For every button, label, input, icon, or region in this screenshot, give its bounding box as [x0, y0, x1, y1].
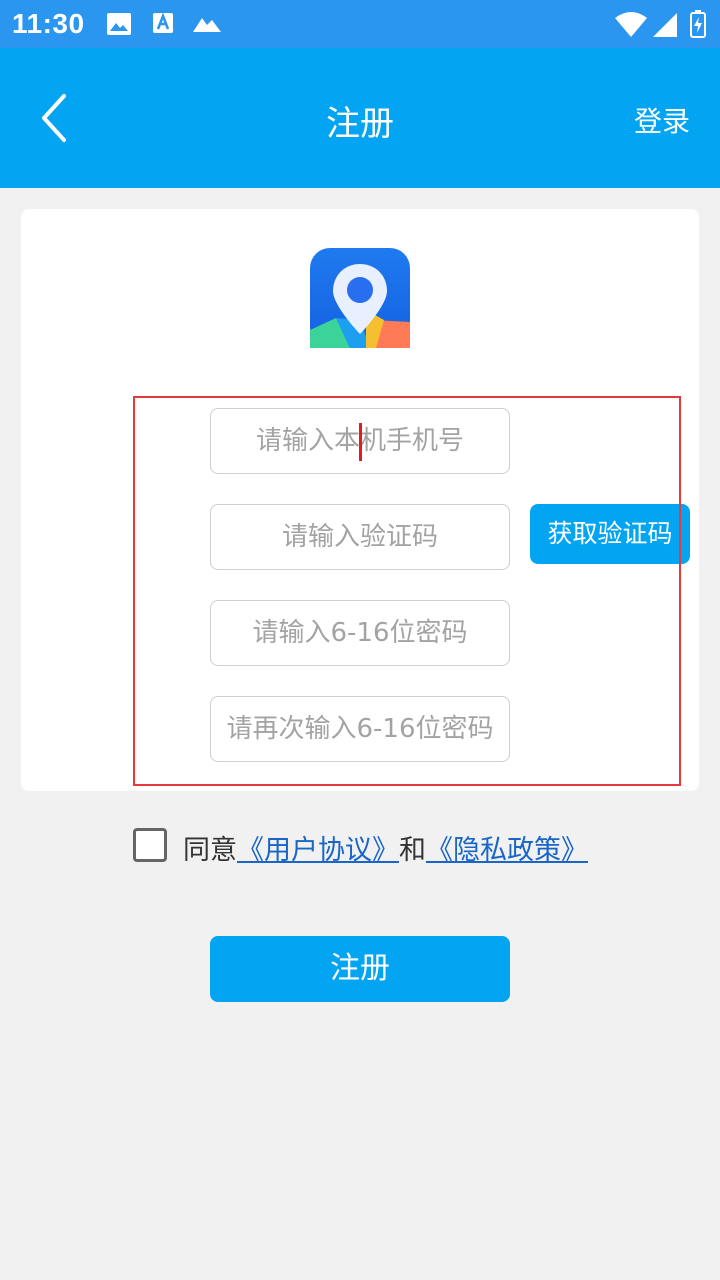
user-agreement-link[interactable]: 《用户协议》	[237, 835, 399, 866]
signal-icon	[653, 13, 677, 37]
register-button[interactable]: 注册	[210, 936, 510, 1002]
agree-checkbox[interactable]	[133, 828, 167, 862]
page-title: 注册	[326, 104, 394, 144]
app-bar: 注册 登录	[0, 48, 720, 188]
mountain-icon	[193, 18, 221, 32]
app-logo	[310, 248, 410, 348]
highlight-box	[133, 396, 681, 786]
agree-and: 和	[399, 835, 426, 866]
a11y-font-icon	[153, 12, 173, 33]
privacy-policy-link[interactable]: 《隐私政策》	[426, 835, 588, 866]
status-bar: 11:30	[0, 0, 720, 48]
wifi-icon	[615, 12, 647, 37]
status-time: 11:30	[12, 8, 85, 39]
agreement-text: 同意《用户协议》和《隐私政策》	[183, 828, 588, 867]
image-icon	[107, 13, 131, 35]
battery-charging-icon	[690, 10, 706, 38]
agree-prefix: 同意	[183, 835, 237, 866]
login-link[interactable]: 登录	[634, 100, 690, 140]
